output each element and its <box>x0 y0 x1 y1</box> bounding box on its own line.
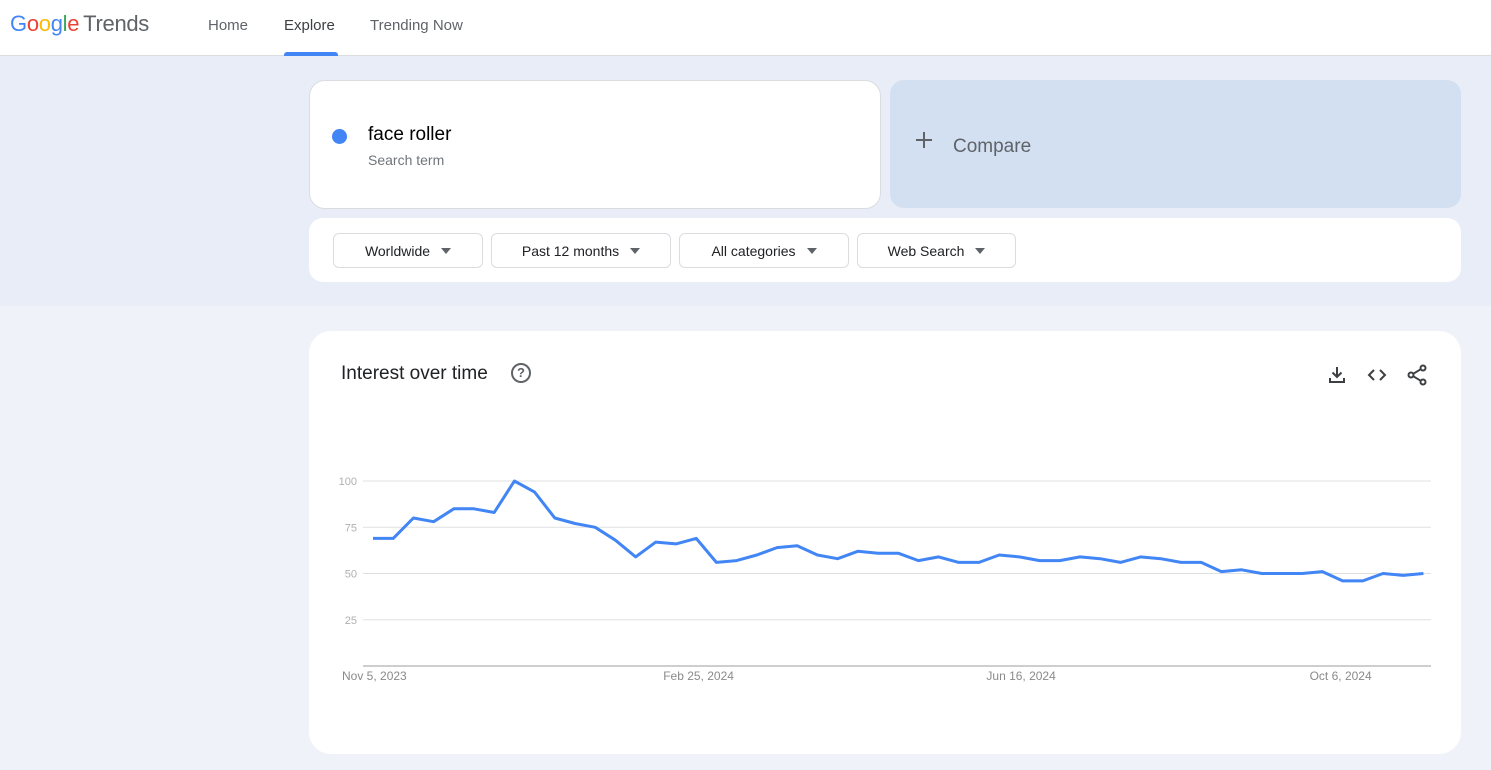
data-point[interactable] <box>369 534 377 542</box>
y-tick-label: 75 <box>345 522 357 534</box>
x-tick-label: Feb 25, 2024 <box>663 669 734 683</box>
interest-line-chart: 25 50 75 100 Nov 5, 2023 Feb 25, 2024 Jun 16,… <box>339 476 1431 683</box>
logo-letter: G <box>10 11 27 36</box>
data-point[interactable] <box>1096 555 1104 563</box>
search-term-card[interactable]: face roller Search term <box>309 80 881 209</box>
data-point[interactable] <box>733 557 741 565</box>
caret-down-icon <box>806 247 817 254</box>
data-point[interactable] <box>813 551 821 559</box>
data-point[interactable] <box>1015 553 1023 561</box>
data-point[interactable] <box>591 523 599 531</box>
data-point[interactable] <box>1419 570 1427 578</box>
data-point[interactable] <box>1278 570 1286 578</box>
data-point[interactable] <box>834 555 842 563</box>
data-point[interactable] <box>450 505 458 513</box>
data-point[interactable] <box>571 520 579 528</box>
nav-home[interactable]: Home <box>208 17 248 34</box>
data-point[interactable] <box>551 514 559 522</box>
caret-down-icon <box>975 247 986 254</box>
data-point[interactable] <box>409 514 417 522</box>
interest-over-time-card: Interest over time ? 25 50 75 100 Nov 5, 20… <box>309 331 1461 754</box>
data-point[interactable] <box>995 551 1003 559</box>
data-point[interactable] <box>975 558 983 566</box>
data-point[interactable] <box>894 549 902 557</box>
search-term-type: Search term <box>368 152 445 168</box>
top-header: Google Trends Home Explore Trending Now <box>0 0 1491 56</box>
y-tick-label: 50 <box>345 569 357 581</box>
search-type-dropdown[interactable]: Web Search <box>857 233 1016 268</box>
y-tick-label: 100 <box>339 476 357 488</box>
data-point[interactable] <box>1076 553 1084 561</box>
data-point[interactable] <box>1157 555 1165 563</box>
data-point[interactable] <box>611 536 619 544</box>
filter-bar: Worldwide Past 12 months All categories … <box>309 218 1461 282</box>
data-point[interactable] <box>1379 570 1387 578</box>
data-point[interactable] <box>1258 570 1266 578</box>
data-point[interactable] <box>1177 558 1185 566</box>
data-point[interactable] <box>874 549 882 557</box>
data-point[interactable] <box>914 557 922 565</box>
data-point[interactable] <box>1399 571 1407 579</box>
caret-down-icon <box>441 247 452 254</box>
nav-trending-now[interactable]: Trending Now <box>370 17 463 34</box>
data-point[interactable] <box>1137 553 1145 561</box>
compare-label: Compare <box>953 136 1032 157</box>
data-point[interactable] <box>955 558 963 566</box>
data-point[interactable] <box>1036 557 1044 565</box>
compare-button[interactable]: Compare <box>890 80 1461 208</box>
data-point[interactable] <box>793 542 801 550</box>
data-point[interactable] <box>490 508 498 516</box>
data-point[interactable] <box>753 551 761 559</box>
data-point[interactable] <box>510 477 518 485</box>
data-point[interactable] <box>692 534 700 542</box>
x-tick-label: Jun 16, 2024 <box>986 669 1056 683</box>
term-color-dot <box>332 129 347 144</box>
data-point[interactable] <box>389 534 397 542</box>
search-term-name[interactable]: face roller <box>368 124 451 146</box>
data-point[interactable] <box>1318 568 1326 576</box>
data-point[interactable] <box>652 538 660 546</box>
data-point[interactable] <box>935 553 943 561</box>
search-type-dropdown-label: Web Search <box>887 242 965 259</box>
data-point[interactable] <box>1238 566 1246 574</box>
data-point[interactable] <box>1116 558 1124 566</box>
data-point[interactable] <box>632 553 640 561</box>
region-dropdown-label: Worldwide <box>364 242 431 259</box>
nav-explore[interactable]: Explore <box>284 17 335 34</box>
data-point[interactable] <box>430 518 438 526</box>
category-dropdown-label: All categories <box>711 242 796 259</box>
logo-letter: e <box>67 11 80 36</box>
category-dropdown[interactable]: All categories <box>679 233 849 268</box>
data-point[interactable] <box>712 558 720 566</box>
plus-icon <box>916 132 932 148</box>
google-trends-logo[interactable]: Google Trends <box>10 11 149 37</box>
data-point[interactable] <box>854 547 862 555</box>
logo-letter: o <box>38 11 51 36</box>
data-point[interactable] <box>1197 558 1205 566</box>
y-tick-label: 25 <box>345 615 357 627</box>
data-point[interactable] <box>1359 577 1367 585</box>
logo-letter: o <box>26 11 39 36</box>
data-point[interactable] <box>1056 557 1064 565</box>
x-tick-label: Oct 6, 2024 <box>1310 669 1372 683</box>
data-point[interactable] <box>470 505 478 513</box>
data-point[interactable] <box>773 544 781 552</box>
logo-letter: g <box>50 11 63 36</box>
region-dropdown[interactable]: Worldwide <box>333 233 483 268</box>
time-range-dropdown-label: Past 12 months <box>521 242 620 259</box>
caret-down-icon <box>630 247 641 254</box>
data-point[interactable] <box>1217 568 1225 576</box>
data-point[interactable] <box>672 540 680 548</box>
data-point[interactable] <box>1339 577 1347 585</box>
data-point[interactable] <box>531 488 539 496</box>
time-range-dropdown[interactable]: Past 12 months <box>491 233 671 268</box>
logo-product-name: Trends <box>83 11 150 36</box>
series-line-face-roller[interactable] <box>373 479 1424 583</box>
x-tick-label: Nov 5, 2023 <box>342 669 407 683</box>
data-point[interactable] <box>1298 570 1306 578</box>
